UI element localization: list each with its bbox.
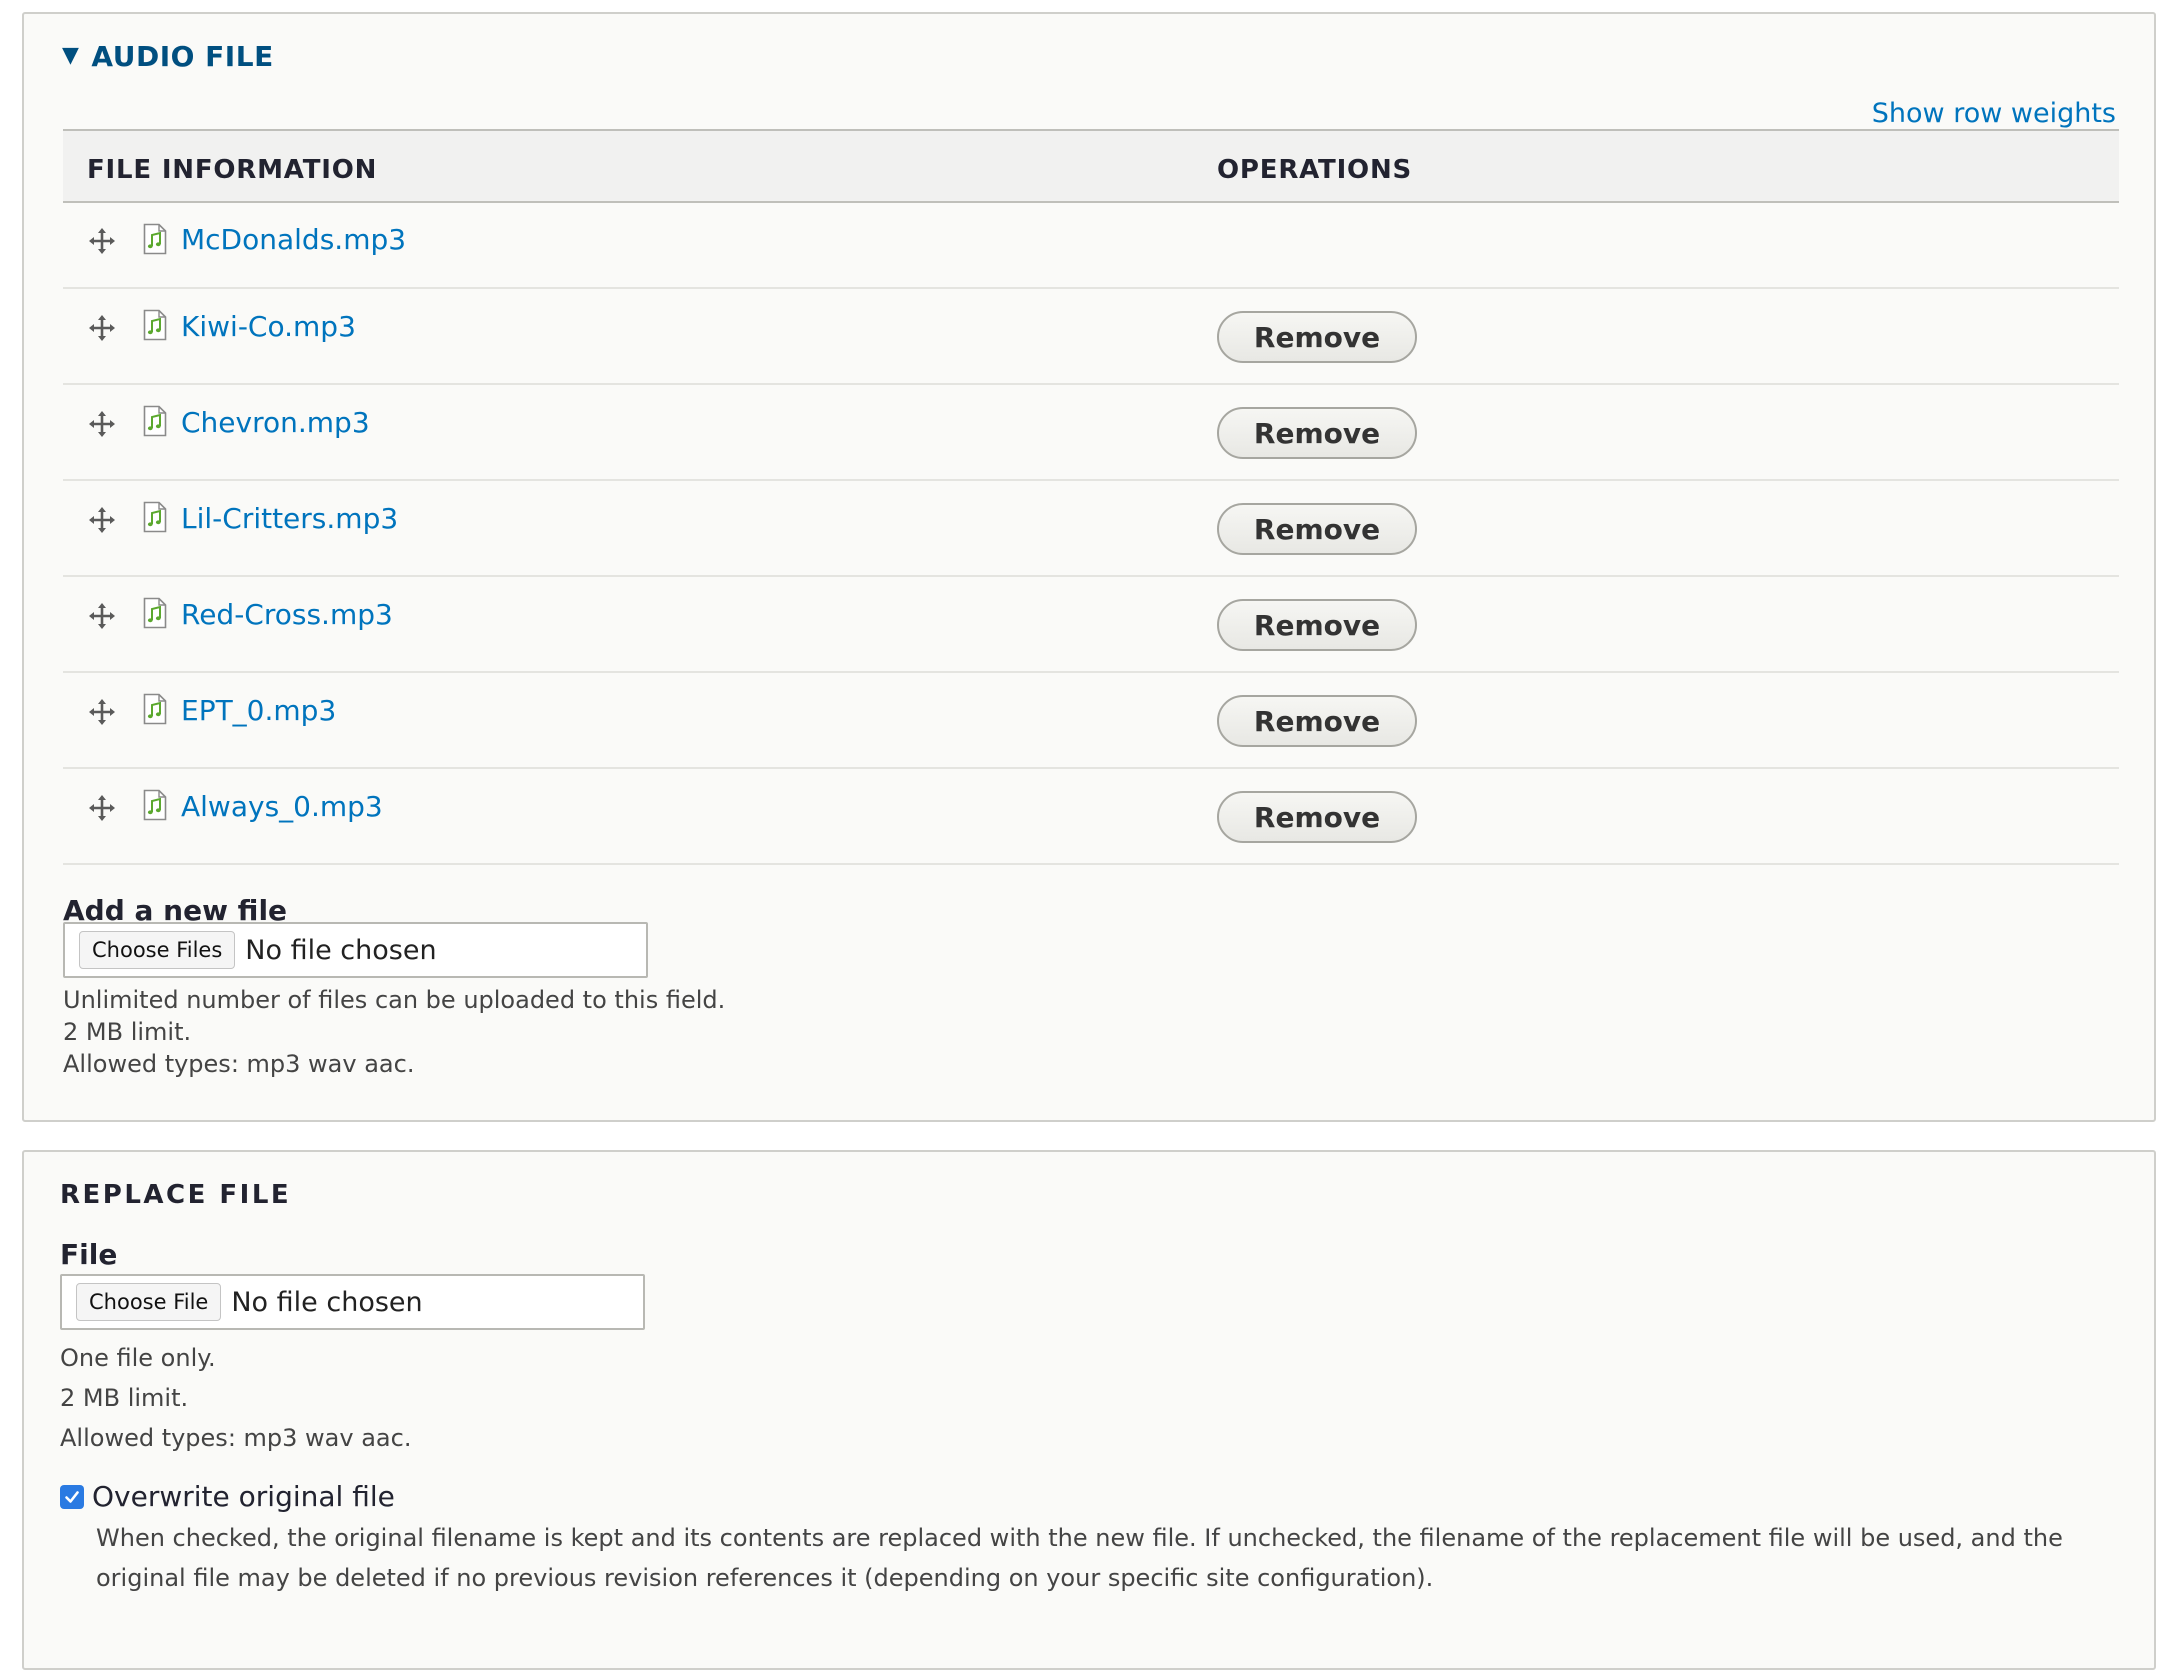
add-file-help: Unlimited number of files can be uploade…	[63, 984, 725, 1080]
table-row: EPT_0.mp3 Remove	[63, 673, 2119, 769]
replace-file-title: REPLACE FILE	[60, 1180, 292, 1210]
show-row-weights-link[interactable]: Show row weights	[1872, 98, 2116, 129]
audio-file-icon	[143, 597, 167, 629]
remove-button[interactable]: Remove	[1217, 503, 1417, 555]
drag-handle-icon[interactable]	[87, 409, 117, 439]
remove-button[interactable]: Remove	[1217, 311, 1417, 363]
audio-file-summary-label: AUDIO FILE	[91, 40, 274, 73]
audio-file-details: ▼ AUDIO FILE Show row weights FILE INFOR…	[22, 12, 2156, 1122]
column-header-file-information: FILE INFORMATION	[87, 155, 378, 185]
file-table: FILE INFORMATION OPERATIONS McDonalds.mp…	[63, 129, 2119, 865]
no-file-chosen-text: No file chosen	[245, 934, 437, 966]
file-name-link[interactable]: Lil-Critters.mp3	[181, 502, 398, 535]
audio-file-summary-toggle[interactable]: ▼ AUDIO FILE	[62, 40, 274, 73]
add-file-input[interactable]: Choose Files No file chosen	[63, 922, 648, 978]
audio-file-icon	[143, 501, 167, 533]
help-line: Unlimited number of files can be uploade…	[63, 986, 726, 1014]
remove-button[interactable]: Remove	[1217, 407, 1417, 459]
no-file-chosen-text: No file chosen	[231, 1286, 423, 1318]
drag-handle-icon[interactable]	[87, 313, 117, 343]
table-row: McDonalds.mp3	[63, 203, 2119, 289]
drag-handle-icon[interactable]	[87, 793, 117, 823]
help-line: 2 MB limit.	[63, 1018, 192, 1046]
help-line: Allowed types: mp3 wav aac.	[60, 1424, 412, 1452]
triangle-down-icon: ▼	[62, 43, 80, 68]
replace-file-input[interactable]: Choose File No file chosen	[60, 1274, 645, 1330]
remove-button[interactable]: Remove	[1217, 695, 1417, 747]
file-name-link[interactable]: Red-Cross.mp3	[181, 598, 393, 631]
file-name-link[interactable]: Always_0.mp3	[181, 790, 383, 823]
audio-file-icon	[143, 789, 167, 821]
table-row: Red-Cross.mp3 Remove	[63, 577, 2119, 673]
audio-file-icon	[143, 693, 167, 725]
overwrite-description: When checked, the original filename is k…	[96, 1524, 2063, 1592]
drag-handle-icon[interactable]	[87, 697, 117, 727]
audio-file-icon	[143, 309, 167, 341]
file-label: File	[60, 1238, 118, 1271]
table-row: Kiwi-Co.mp3 Remove	[63, 289, 2119, 385]
drag-handle-icon[interactable]	[87, 601, 117, 631]
help-line: Allowed types: mp3 wav aac.	[63, 1050, 415, 1078]
table-header: FILE INFORMATION OPERATIONS	[63, 129, 2119, 203]
help-line: 2 MB limit.	[60, 1384, 189, 1412]
remove-button[interactable]: Remove	[1217, 599, 1417, 651]
file-name-link[interactable]: McDonalds.mp3	[181, 223, 406, 256]
overwrite-label: Overwrite original file	[92, 1480, 395, 1513]
table-body: McDonalds.mp3 Kiwi-Co.mp3 Remove Chevron.mp…	[63, 203, 2119, 865]
audio-file-icon	[143, 223, 167, 255]
column-header-operations: OPERATIONS	[1217, 155, 1413, 185]
file-name-link[interactable]: Kiwi-Co.mp3	[181, 310, 356, 343]
overwrite-checkbox[interactable]	[60, 1484, 84, 1509]
choose-file-button[interactable]: Choose File	[76, 1283, 222, 1321]
file-name-link[interactable]: EPT_0.mp3	[181, 694, 336, 727]
drag-handle-icon[interactable]	[87, 226, 117, 256]
remove-button[interactable]: Remove	[1217, 791, 1417, 843]
table-row: Lil-Critters.mp3 Remove	[63, 481, 2119, 577]
drag-handle-icon[interactable]	[87, 505, 117, 535]
choose-files-button[interactable]: Choose Files	[79, 931, 236, 969]
audio-file-icon	[143, 405, 167, 437]
checkmark-icon	[65, 1490, 79, 1503]
table-row: Chevron.mp3 Remove	[63, 385, 2119, 481]
overwrite-checkbox-row: Overwrite original file	[60, 1480, 395, 1513]
replace-file-fieldset: REPLACE FILE File Choose File No file ch…	[22, 1150, 2156, 1670]
table-row: Always_0.mp3 Remove	[63, 769, 2119, 865]
help-line: One file only.	[60, 1344, 216, 1372]
file-name-link[interactable]: Chevron.mp3	[181, 406, 370, 439]
replace-file-help: One file only. 2 MB limit. Allowed types…	[60, 1338, 411, 1458]
